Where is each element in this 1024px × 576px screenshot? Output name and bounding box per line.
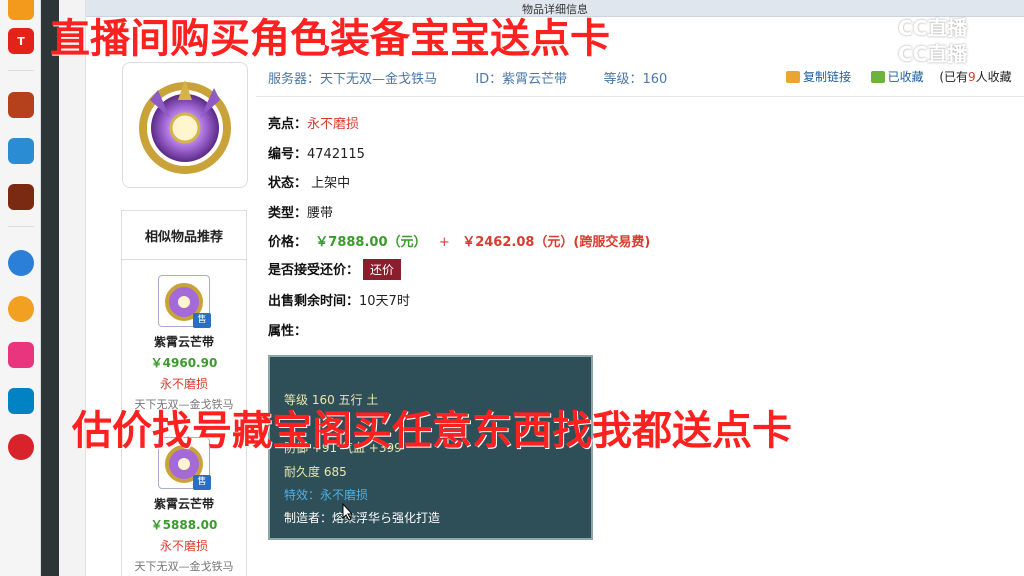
red-app-icon[interactable]: [8, 434, 34, 460]
status-label: 状态：: [268, 176, 308, 191]
orange-app-icon[interactable]: [8, 0, 34, 20]
level-value: 160: [642, 72, 668, 87]
similar-item-tag: 永不磨损: [159, 539, 208, 553]
id-no-label: 编号：: [268, 147, 308, 162]
fav-count: 9: [968, 70, 976, 84]
launcher-divider: [8, 70, 34, 71]
counter-offer-label: 是否接受还价：: [268, 263, 360, 278]
similar-item-server: 天下无双—金戈铁马: [134, 560, 234, 573]
id-no-row: 编号：4742115: [268, 143, 365, 162]
similar-items-panel: 相似物品推荐 售 紫霄云芒带 ￥4960.90 永不磨损 天下无双—金戈铁马 售…: [121, 210, 247, 576]
fav-count-suffix: 人收藏: [975, 70, 1012, 84]
favorite-icon: [870, 71, 885, 83]
sale-badge: 售: [193, 313, 211, 328]
window-border: [41, 0, 59, 576]
level-label: 等级：: [603, 72, 643, 87]
similar-item-tag: 永不磨损: [159, 377, 208, 391]
decathlon-icon[interactable]: [8, 388, 34, 414]
price-value: ￥7888.00（元）: [315, 235, 427, 250]
watermark-line-1: CC直播: [898, 16, 968, 40]
item-detail-page: 物品详细信息 服务器：天下无双—金戈铁马 ID：紫霄云芒带 等级：160 复制链…: [86, 0, 1024, 576]
app-launcher: T: [0, 0, 41, 576]
attributes-row: 属性：: [268, 320, 307, 339]
page-gutter: [59, 0, 86, 576]
price-label: 价格：: [268, 235, 308, 250]
promo-overlay-top: 直播间购买角色装备宝宝送点卡: [50, 16, 610, 62]
fee-value: ￥2462.08（元）(跨服交易费): [462, 235, 651, 250]
remaining-value: 10天7时: [359, 294, 410, 309]
similar-items-title: 相似物品推荐: [122, 211, 246, 260]
remaining-label: 出售剩余时间：: [268, 294, 360, 309]
similar-item-name[interactable]: 紫霄云芒带: [122, 495, 246, 512]
remaining-time-row: 出售剩余时间：10天7时: [268, 290, 410, 309]
type-row: 类型：腰带: [268, 202, 333, 221]
attr-durability-line: 耐久度 685: [284, 465, 347, 479]
type-value: 腰带: [307, 206, 334, 221]
status-row: 状态： 上架中: [268, 172, 350, 191]
item-image: [122, 62, 248, 188]
counter-offer-row: 是否接受还价： 还价: [268, 259, 402, 280]
highlight-row: 亮点：永不磨损: [268, 113, 359, 132]
sale-badge: 售: [193, 475, 211, 490]
item-header: 服务器：天下无双—金戈铁马 ID：紫霄云芒带 等级：160: [268, 68, 667, 87]
favorited-button[interactable]: 已收藏: [888, 70, 924, 84]
mouse-cursor-icon: [342, 503, 354, 521]
price-row: 价格： ￥7888.00（元） + ￥2462.08（元）(跨服交易费): [268, 231, 650, 250]
copy-link-icon: [786, 71, 800, 83]
similar-item-thumbnail[interactable]: 售: [158, 275, 211, 328]
pink-app-icon[interactable]: [8, 342, 34, 368]
launcher-divider: [8, 226, 34, 227]
bear-icon[interactable]: [8, 296, 34, 322]
watermark-line-2: CC直播: [898, 42, 968, 66]
game-icon-1[interactable]: [8, 92, 34, 118]
tmall-icon-letter: T: [17, 34, 25, 48]
item-actions: 复制链接 已收藏 (已有9人收藏: [786, 68, 1012, 85]
game-icon-2[interactable]: [8, 138, 34, 164]
similar-item-price: ￥4960.90: [150, 356, 218, 370]
cc-live-watermark: CC直播 CC直播: [898, 12, 1018, 70]
promo-overlay-middle: 估价找号藏宝阁买任意东西找我都送点卡: [72, 408, 792, 454]
counter-offer-button[interactable]: 还价: [363, 259, 402, 280]
similar-item[interactable]: 售 紫霄云芒带 ￥4960.90 永不磨损 天下无双—金戈铁马: [122, 275, 246, 412]
server-value: 天下无双—金戈铁马: [320, 72, 438, 87]
game-icon-3[interactable]: [8, 184, 34, 210]
attr-effect-line: 特效：永不磨损: [284, 488, 369, 502]
copy-link-button[interactable]: 复制链接: [803, 70, 851, 84]
id-value: 紫霄云芒带: [502, 72, 568, 87]
browser-icon[interactable]: [8, 250, 34, 276]
screen: T 物品详细信息 服务器：天下无双—金戈铁马 ID：紫霄云芒带 等级：160 复…: [0, 0, 1024, 576]
header-divider: [256, 96, 1024, 97]
similar-item-name[interactable]: 紫霄云芒带: [122, 333, 246, 350]
attributes-label: 属性：: [268, 324, 308, 339]
status-value: 上架中: [311, 176, 351, 191]
tmall-icon[interactable]: T: [8, 28, 34, 54]
highlight-value: 永不磨损: [307, 117, 360, 132]
similar-item[interactable]: 售 紫霄云芒带 ￥5888.00 永不磨损 天下无双—金戈铁马: [122, 437, 246, 574]
attr-maker-line: 制造者：熔染浮华ら强化打造: [284, 511, 441, 525]
belt-item-icon: [139, 80, 231, 174]
highlight-label: 亮点：: [268, 117, 308, 132]
id-label: ID：: [475, 72, 503, 87]
type-label: 类型：: [268, 206, 308, 221]
server-label: 服务器：: [268, 72, 321, 87]
fav-count-prefix: (已有: [939, 70, 969, 84]
id-no-value: 4742115: [307, 147, 365, 162]
similar-item-price: ￥5888.00: [150, 518, 218, 532]
price-plus: +: [438, 235, 450, 250]
